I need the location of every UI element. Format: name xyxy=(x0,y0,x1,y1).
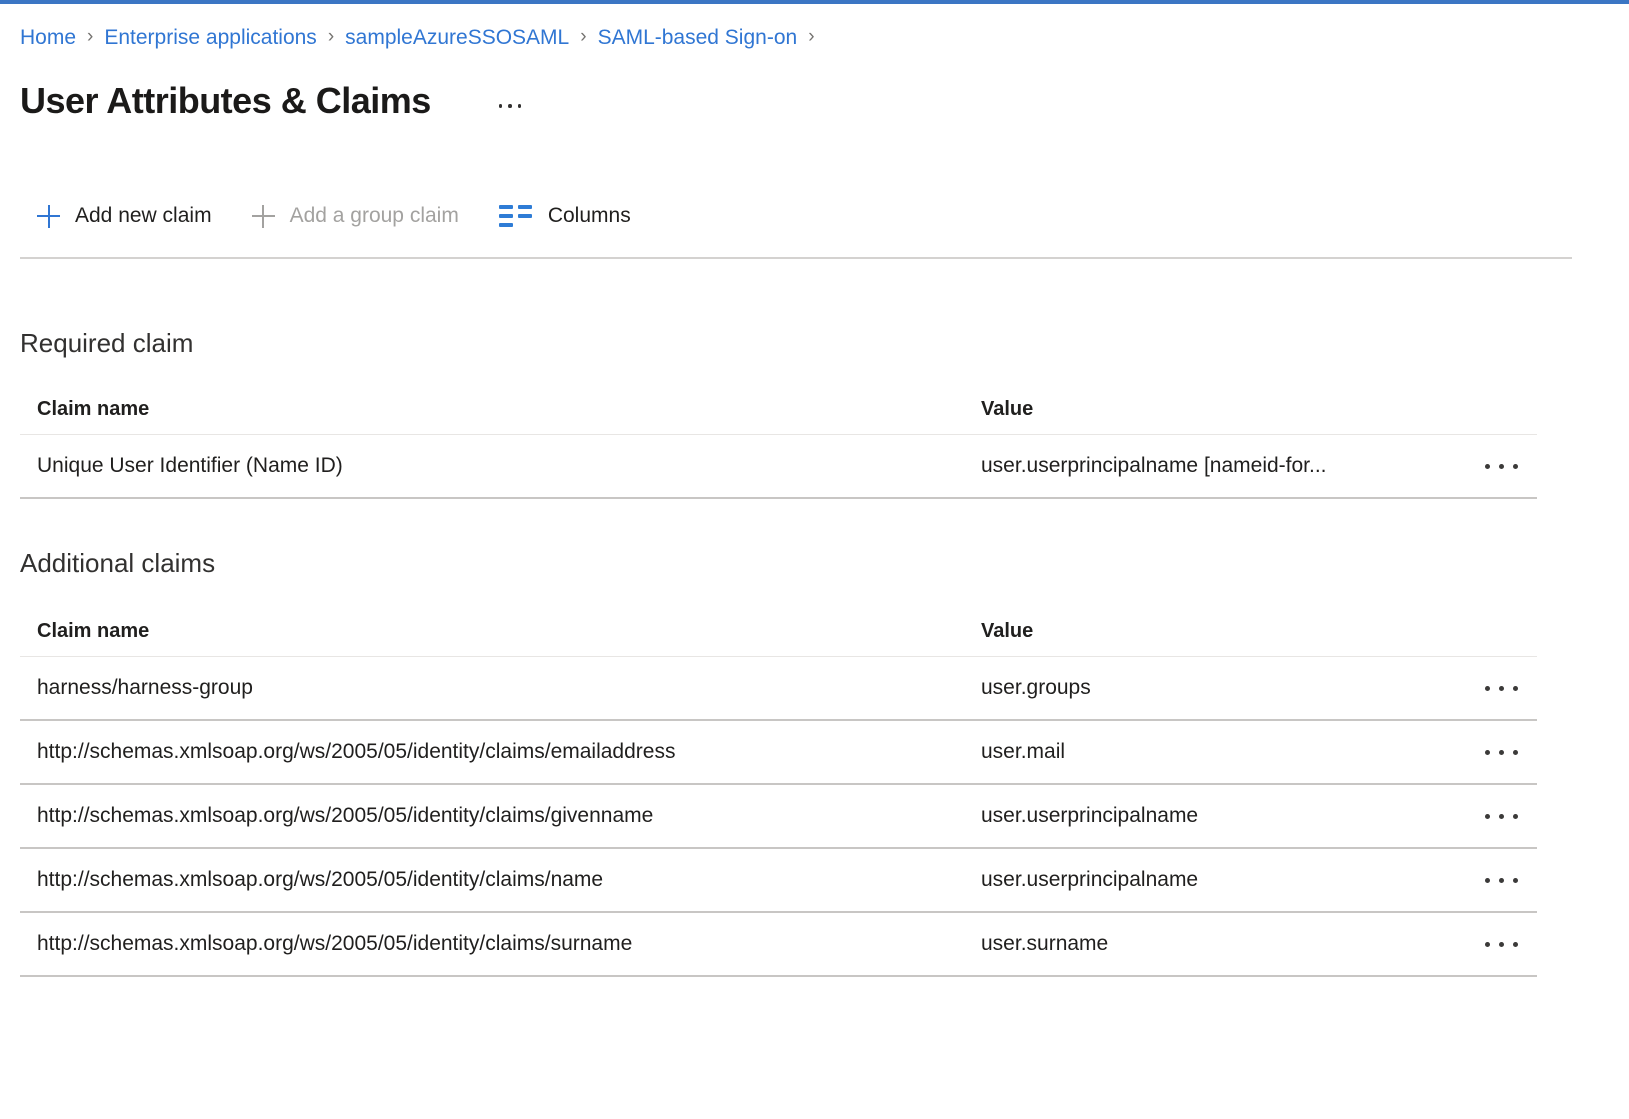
table-row[interactable]: http://schemas.xmlsoap.org/ws/2005/05/id… xyxy=(20,721,1537,785)
title-row: User Attributes & Claims xyxy=(20,78,1629,124)
more-icon xyxy=(1513,942,1518,947)
required-claim-heading: Required claim xyxy=(20,325,1629,361)
additional-claims-table: Claim name Value harness/harness-group u… xyxy=(20,607,1537,977)
row-menu-button[interactable] xyxy=(1465,913,1537,975)
more-icon xyxy=(1485,686,1490,691)
table-row[interactable]: http://schemas.xmlsoap.org/ws/2005/05/id… xyxy=(20,849,1537,913)
more-icon xyxy=(1513,878,1518,883)
breadcrumb-chevron-icon: › xyxy=(580,25,586,49)
claim-name-cell: http://schemas.xmlsoap.org/ws/2005/05/id… xyxy=(20,740,981,764)
value-cell: user.mail xyxy=(981,740,1465,764)
more-icon xyxy=(1485,814,1490,819)
add-group-claim-label: Add a group claim xyxy=(290,204,459,228)
breadcrumb-chevron-icon: › xyxy=(808,25,814,49)
row-menu-button[interactable] xyxy=(1465,435,1537,497)
top-accent-bar xyxy=(0,0,1629,4)
breadcrumb-item-home[interactable]: Home xyxy=(20,26,76,50)
more-icon xyxy=(1499,814,1504,819)
title-more-button[interactable] xyxy=(493,98,528,114)
plus-icon xyxy=(252,205,275,228)
table-row[interactable]: Unique User Identifier (Name ID) user.us… xyxy=(20,435,1537,499)
breadcrumb-item-enterprise-applications[interactable]: Enterprise applications xyxy=(104,26,316,50)
row-menu-button[interactable] xyxy=(1465,657,1537,719)
breadcrumb-item-sampleazuressosaml[interactable]: sampleAzureSSOSAML xyxy=(345,26,569,50)
row-menu-button[interactable] xyxy=(1465,849,1537,911)
table-row[interactable]: http://schemas.xmlsoap.org/ws/2005/05/id… xyxy=(20,785,1537,849)
more-icon xyxy=(1513,750,1518,755)
add-new-claim-label: Add new claim xyxy=(75,204,212,228)
claim-name-cell: Unique User Identifier (Name ID) xyxy=(20,454,981,478)
user-attributes-claims-page: { "colors": { "accent_bar": "#3b76c4", "… xyxy=(0,0,1629,1119)
claim-name-column-header: Claim name xyxy=(20,398,981,421)
page-title: User Attributes & Claims xyxy=(20,78,431,124)
more-icon xyxy=(1485,942,1490,947)
table-row[interactable]: http://schemas.xmlsoap.org/ws/2005/05/id… xyxy=(20,913,1537,977)
breadcrumb-chevron-icon: › xyxy=(328,25,334,49)
claim-name-cell: harness/harness-group xyxy=(20,676,981,700)
more-icon xyxy=(1499,464,1504,469)
plus-icon xyxy=(37,205,60,228)
more-icon xyxy=(508,104,512,108)
more-icon xyxy=(1485,750,1490,755)
more-icon xyxy=(499,104,503,108)
row-menu-button[interactable] xyxy=(1465,785,1537,847)
row-menu-button[interactable] xyxy=(1465,721,1537,783)
more-icon xyxy=(1513,814,1518,819)
required-claims-table: Claim name Value Unique User Identifier … xyxy=(20,385,1537,499)
more-icon xyxy=(1499,942,1504,947)
value-cell: user.surname xyxy=(981,932,1465,956)
more-icon xyxy=(1499,878,1504,883)
columns-button[interactable]: Columns xyxy=(499,204,631,228)
claim-name-cell: http://schemas.xmlsoap.org/ws/2005/05/id… xyxy=(20,932,981,956)
more-icon xyxy=(1485,878,1490,883)
breadcrumb: Home › Enterprise applications › sampleA… xyxy=(20,26,1629,50)
breadcrumb-item-saml-based-sign-on[interactable]: SAML-based Sign-on xyxy=(598,26,798,50)
breadcrumb-chevron-icon: › xyxy=(87,25,93,49)
columns-label: Columns xyxy=(548,204,631,228)
claim-name-cell: http://schemas.xmlsoap.org/ws/2005/05/id… xyxy=(20,868,981,892)
value-cell: user.userprincipalname xyxy=(981,804,1465,828)
columns-icon xyxy=(499,204,533,228)
value-cell: user.userprincipalname xyxy=(981,868,1465,892)
toolbar-divider xyxy=(20,257,1572,259)
more-icon xyxy=(1513,464,1518,469)
toolbar: Add new claim Add a group claim Columns xyxy=(20,194,1629,238)
additional-claims-heading: Additional claims xyxy=(20,545,1629,581)
more-icon xyxy=(1513,686,1518,691)
value-column-header: Value xyxy=(981,620,1465,643)
value-cell: user.userprincipalname [nameid-for... xyxy=(981,454,1465,478)
value-cell: user.groups xyxy=(981,676,1465,700)
more-icon xyxy=(518,104,522,108)
more-icon xyxy=(1499,750,1504,755)
add-group-claim-button[interactable]: Add a group claim xyxy=(252,204,459,228)
add-new-claim-button[interactable]: Add new claim xyxy=(37,204,212,228)
more-icon xyxy=(1485,464,1490,469)
claim-name-cell: http://schemas.xmlsoap.org/ws/2005/05/id… xyxy=(20,804,981,828)
claim-name-column-header: Claim name xyxy=(20,620,981,643)
more-icon xyxy=(1499,686,1504,691)
table-header-row: Claim name Value xyxy=(20,607,1537,657)
table-header-row: Claim name Value xyxy=(20,385,1537,435)
table-row[interactable]: harness/harness-group user.groups xyxy=(20,657,1537,721)
value-column-header: Value xyxy=(981,398,1465,421)
